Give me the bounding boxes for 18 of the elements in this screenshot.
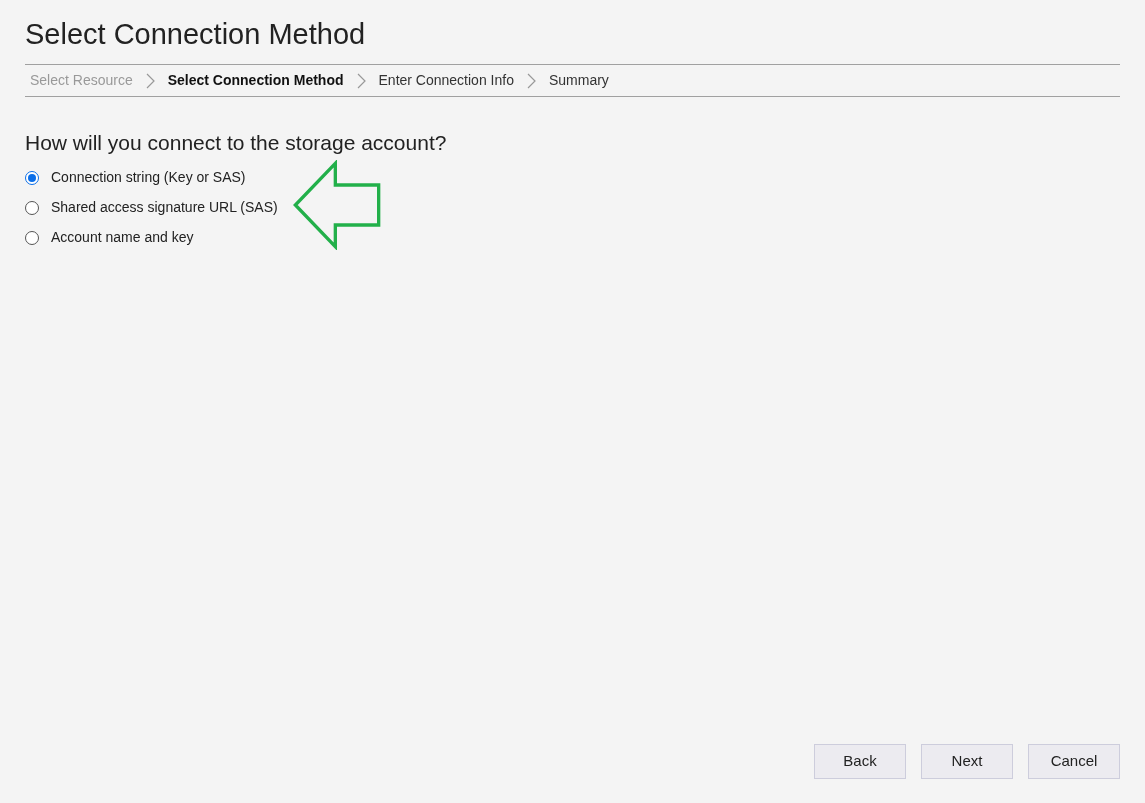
dialog-button[interactable]: Next xyxy=(921,744,1013,779)
chevron-icon xyxy=(526,72,536,89)
breadcrumb-step: Summary xyxy=(548,70,609,91)
radio-button[interactable] xyxy=(25,170,39,185)
question-heading: How will you connect to the storage account? xyxy=(25,130,447,156)
breadcrumb-step: Enter Connection Info xyxy=(378,70,514,91)
radio-option[interactable]: Account name and key xyxy=(25,227,194,248)
radio-button[interactable] xyxy=(25,230,39,245)
dialog-button[interactable]: Back xyxy=(814,744,906,779)
page-title: Select Connection Method xyxy=(25,17,366,52)
breadcrumb-step: Select Resource xyxy=(30,70,133,91)
radio-option[interactable]: Shared access signature URL (SAS) xyxy=(25,197,278,218)
radio-option[interactable]: Connection string (Key or SAS) xyxy=(25,167,246,188)
chevron-icon xyxy=(145,72,155,89)
breadcrumb-step: Select Connection Method xyxy=(167,70,344,91)
chevron-icon xyxy=(356,72,366,89)
dialog-button[interactable]: Cancel xyxy=(1028,744,1120,779)
radio-button[interactable] xyxy=(25,200,39,215)
